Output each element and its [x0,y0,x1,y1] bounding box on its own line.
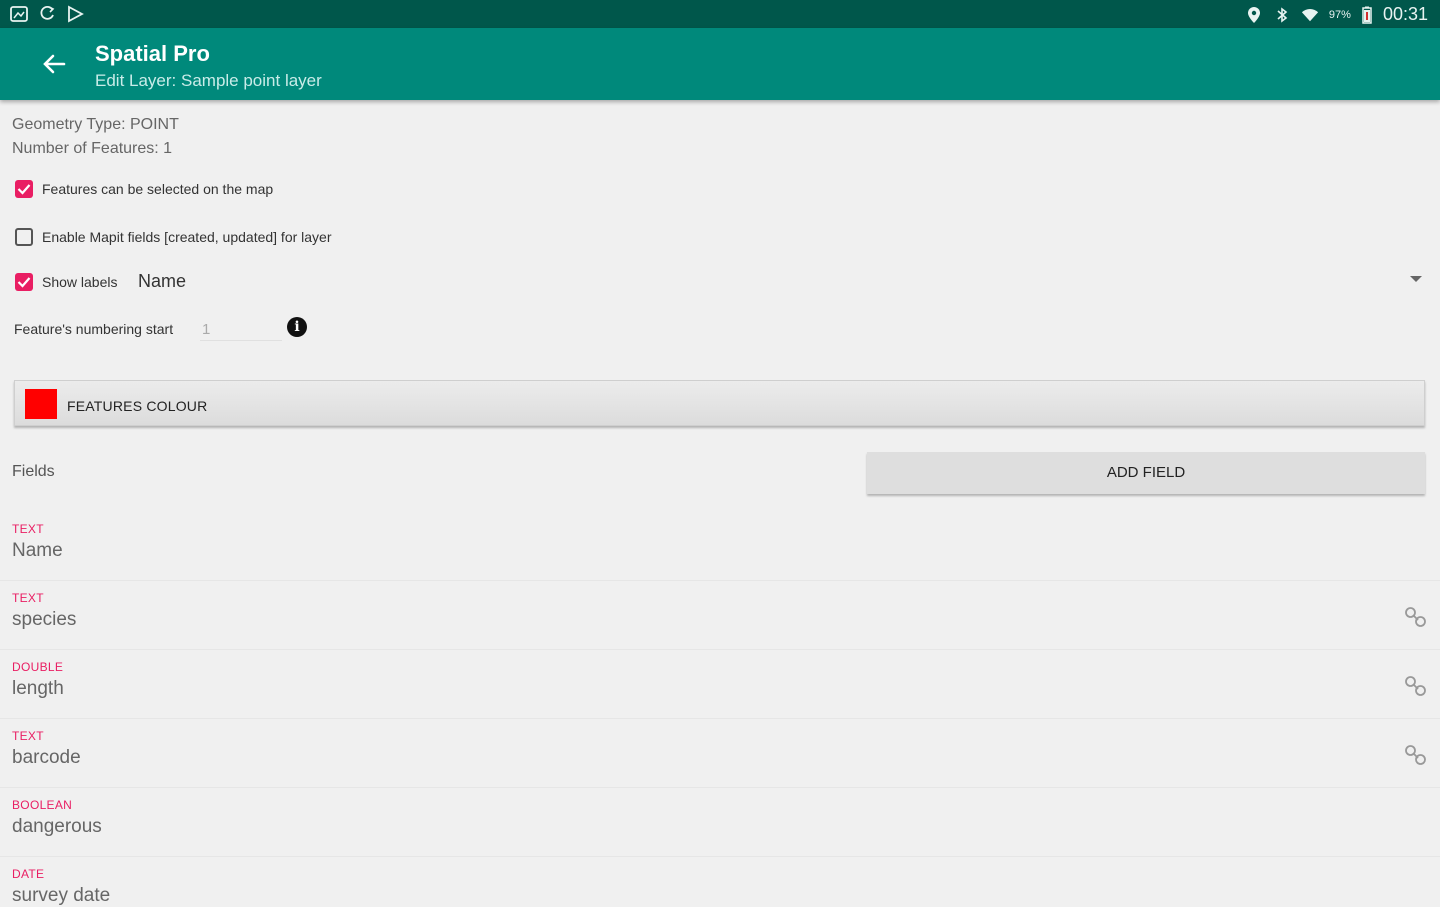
wifi-icon [1301,6,1319,24]
field-name: survey date [12,885,111,906]
field-type: TEXT [12,522,44,536]
field-row[interactable]: BOOLEAN dangerous [0,788,1440,857]
mapit-fields-checkbox[interactable] [15,228,33,246]
field-type: TEXT [12,591,44,605]
label-field-select[interactable]: Name [138,271,186,292]
link-icon[interactable] [1404,605,1428,629]
app-subtitle: Edit Layer: Sample point layer [95,71,322,90]
field-row[interactable]: DATE survey date [0,857,1440,906]
field-type: TEXT [12,729,44,743]
location-icon [1245,6,1263,24]
info-icon[interactable]: i [287,317,307,337]
link-icon[interactable] [1404,743,1428,767]
battery-percent: 97% [1328,8,1351,21]
mapit-fields-label: Enable Mapit fields [created, updated] f… [42,229,332,245]
status-time: 00:31 [1382,4,1428,24]
back-arrow-icon[interactable] [38,50,70,78]
bluetooth-icon [1273,6,1291,24]
selectable-label: Features can be selected on the map [42,181,274,197]
field-row[interactable]: TEXT species [0,581,1440,650]
numbering-start-label: Feature's numbering start [14,321,174,337]
show-labels-label: Show labels [42,274,118,290]
geometry-type-text: Geometry Type: POINT [12,116,179,133]
selectable-checkbox[interactable] [15,180,33,198]
field-name: dangerous [12,816,102,837]
field-name: Name [12,540,63,561]
field-row[interactable]: DOUBLE length [0,650,1440,719]
field-type: BOOLEAN [12,798,73,812]
field-row[interactable]: TEXT Name [0,512,1440,581]
field-name: barcode [12,747,81,768]
field-type: DOUBLE [12,660,64,674]
fields-heading: Fields [12,463,55,480]
field-type: DATE [12,867,45,881]
play-store-icon [66,5,84,23]
link-icon[interactable] [1404,674,1428,698]
colour-swatch [25,389,57,419]
feature-count-text: Number of Features: 1 [12,140,173,157]
chevron-down-icon[interactable] [1410,276,1422,282]
app-bar: Spatial Pro Edit Layer: Sample point lay… [0,28,1440,100]
features-colour-label: FEATURES COLOUR [67,398,208,414]
features-colour-button[interactable]: FEATURES COLOUR [14,380,1425,426]
sync-icon [38,5,56,23]
show-labels-checkbox[interactable] [15,273,33,291]
field-name: length [12,678,64,699]
field-row[interactable]: TEXT barcode [0,719,1440,788]
battery-icon [1361,6,1373,24]
gallery-icon [10,5,28,23]
status-bar: 97% 00:31 [0,0,1440,28]
app-title: Spatial Pro [95,41,210,66]
numbering-start-input[interactable] [200,318,282,341]
field-name: species [12,609,77,630]
add-field-button[interactable]: ADD FIELD [867,452,1425,494]
